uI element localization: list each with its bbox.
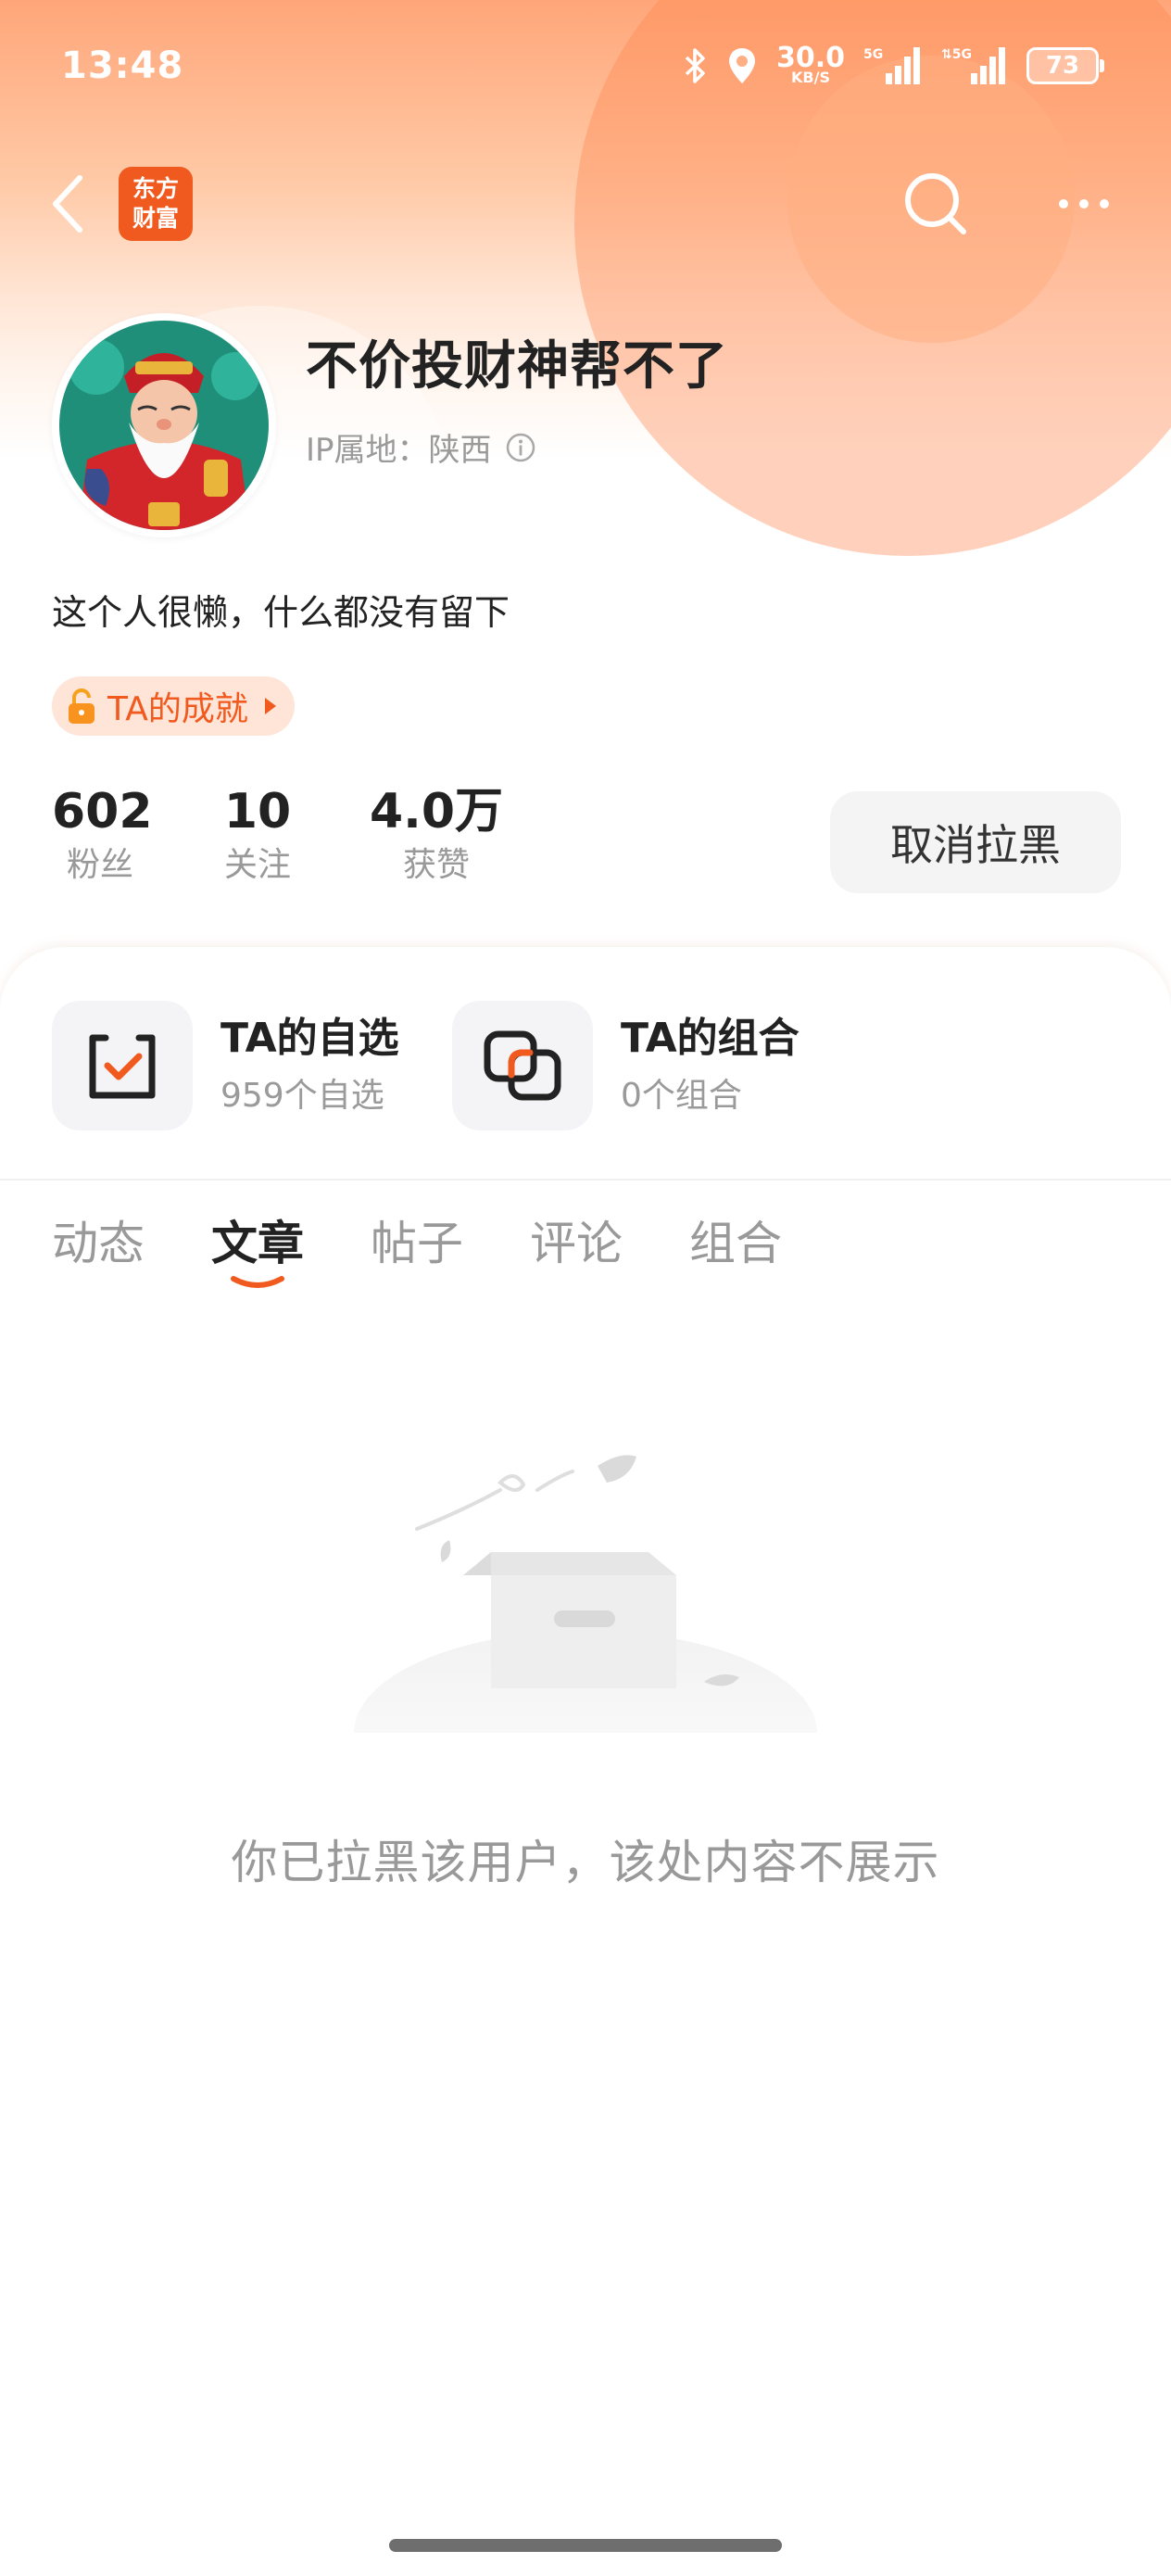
- location-icon: [728, 48, 755, 83]
- top-nav: 东方 财富: [0, 158, 1171, 250]
- back-button[interactable]: [44, 170, 100, 237]
- signal-5g-icon: 5G: [863, 47, 920, 84]
- chevron-left-icon: [53, 175, 82, 233]
- stat-label: 粉丝: [66, 846, 133, 884]
- tab-articles-label: 文章: [211, 1217, 304, 1270]
- empty-box-illustration: [354, 1455, 817, 1733]
- divider: [0, 1179, 1171, 1181]
- app-logo: 东方 财富: [119, 167, 193, 241]
- achievements-label: TA的成就: [107, 690, 248, 728]
- more-icon: [1059, 199, 1109, 208]
- status-bar: 13:48 30.0 KB/S 5G ⇅5G 73: [0, 0, 1171, 139]
- unblock-button[interactable]: 取消拉黑: [830, 791, 1121, 893]
- svg-text:⇅5G: ⇅5G: [941, 47, 972, 62]
- logo-text-line2: 财富: [132, 205, 179, 232]
- watchlist-card[interactable]: TA的自选 959个自选: [52, 1001, 399, 1130]
- info-icon[interactable]: [505, 432, 536, 463]
- avatar-image: [59, 321, 269, 530]
- ip-location: IP属地：陕西: [306, 424, 536, 470]
- watchlist-title: TA的自选: [220, 1015, 399, 1062]
- svg-text:5G: 5G: [863, 47, 883, 62]
- tab-posts[interactable]: 帖子: [371, 1206, 463, 1281]
- tab-articles[interactable]: 文章: [211, 1206, 304, 1288]
- tab-comments[interactable]: 评论: [530, 1206, 623, 1281]
- combo-title: TA的组合: [621, 1015, 800, 1062]
- content-tabs: 动态 文章 帖子 评论 组合: [52, 1206, 782, 1288]
- combo-icon-box: [452, 1001, 593, 1130]
- triangle-right-icon: [264, 698, 276, 714]
- content-panel: TA的自选 959个自选 TA的组合 0个组合 动态 文章 帖子 评论 组合: [0, 947, 1171, 2576]
- combo-count: 0个组合: [621, 1077, 742, 1115]
- stat-value: 4.0万: [369, 784, 504, 840]
- lock-icon: [69, 688, 94, 724]
- stat-value: 602: [52, 784, 153, 840]
- user-bio: 这个人很懒，什么都没有留下: [52, 592, 510, 633]
- search-button[interactable]: [897, 165, 975, 243]
- tab-dynamics[interactable]: 动态: [52, 1206, 145, 1281]
- signal-5g-icon: ⇅5G: [941, 47, 1005, 84]
- combo-card[interactable]: TA的组合 0个组合: [452, 1001, 800, 1130]
- more-options-button[interactable]: [1045, 165, 1123, 243]
- stat-label: 获赞: [402, 846, 470, 884]
- network-speed: 30.0 KB/S: [776, 44, 845, 85]
- stat-value: 10: [223, 784, 292, 840]
- logo-text-line1: 东方: [132, 175, 179, 202]
- user-name: 不价投财神帮不了: [306, 336, 728, 397]
- stat-following[interactable]: 10 关注: [211, 780, 304, 888]
- status-time: 13:48: [61, 44, 184, 87]
- watchlist-icon-box: [52, 1001, 193, 1130]
- checklist-icon: [89, 1034, 156, 1099]
- stat-likes[interactable]: 4.0万 获赞: [367, 780, 506, 888]
- bluetooth-icon: [685, 48, 705, 83]
- status-icons: 30.0 KB/S 5G ⇅5G 73: [684, 43, 1104, 89]
- watchlist-count: 959个自选: [220, 1077, 384, 1115]
- stat-label: 关注: [223, 846, 291, 884]
- ip-location-text: IP属地：陕西: [306, 432, 492, 469]
- search-icon: [905, 173, 966, 234]
- home-indicator[interactable]: [389, 2539, 782, 2552]
- active-tab-indicator: [231, 1276, 284, 1288]
- tab-combos[interactable]: 组合: [689, 1206, 782, 1281]
- stat-fans[interactable]: 602 粉丝: [52, 780, 153, 888]
- achievements-button[interactable]: TA的成就: [52, 676, 295, 736]
- blocked-content-message: 你已拉黑该用户，该处内容不展示: [231, 1836, 940, 1889]
- avatar[interactable]: [52, 313, 276, 537]
- battery-icon: 73: [1026, 47, 1104, 84]
- overlap-squares-icon: [484, 1030, 561, 1101]
